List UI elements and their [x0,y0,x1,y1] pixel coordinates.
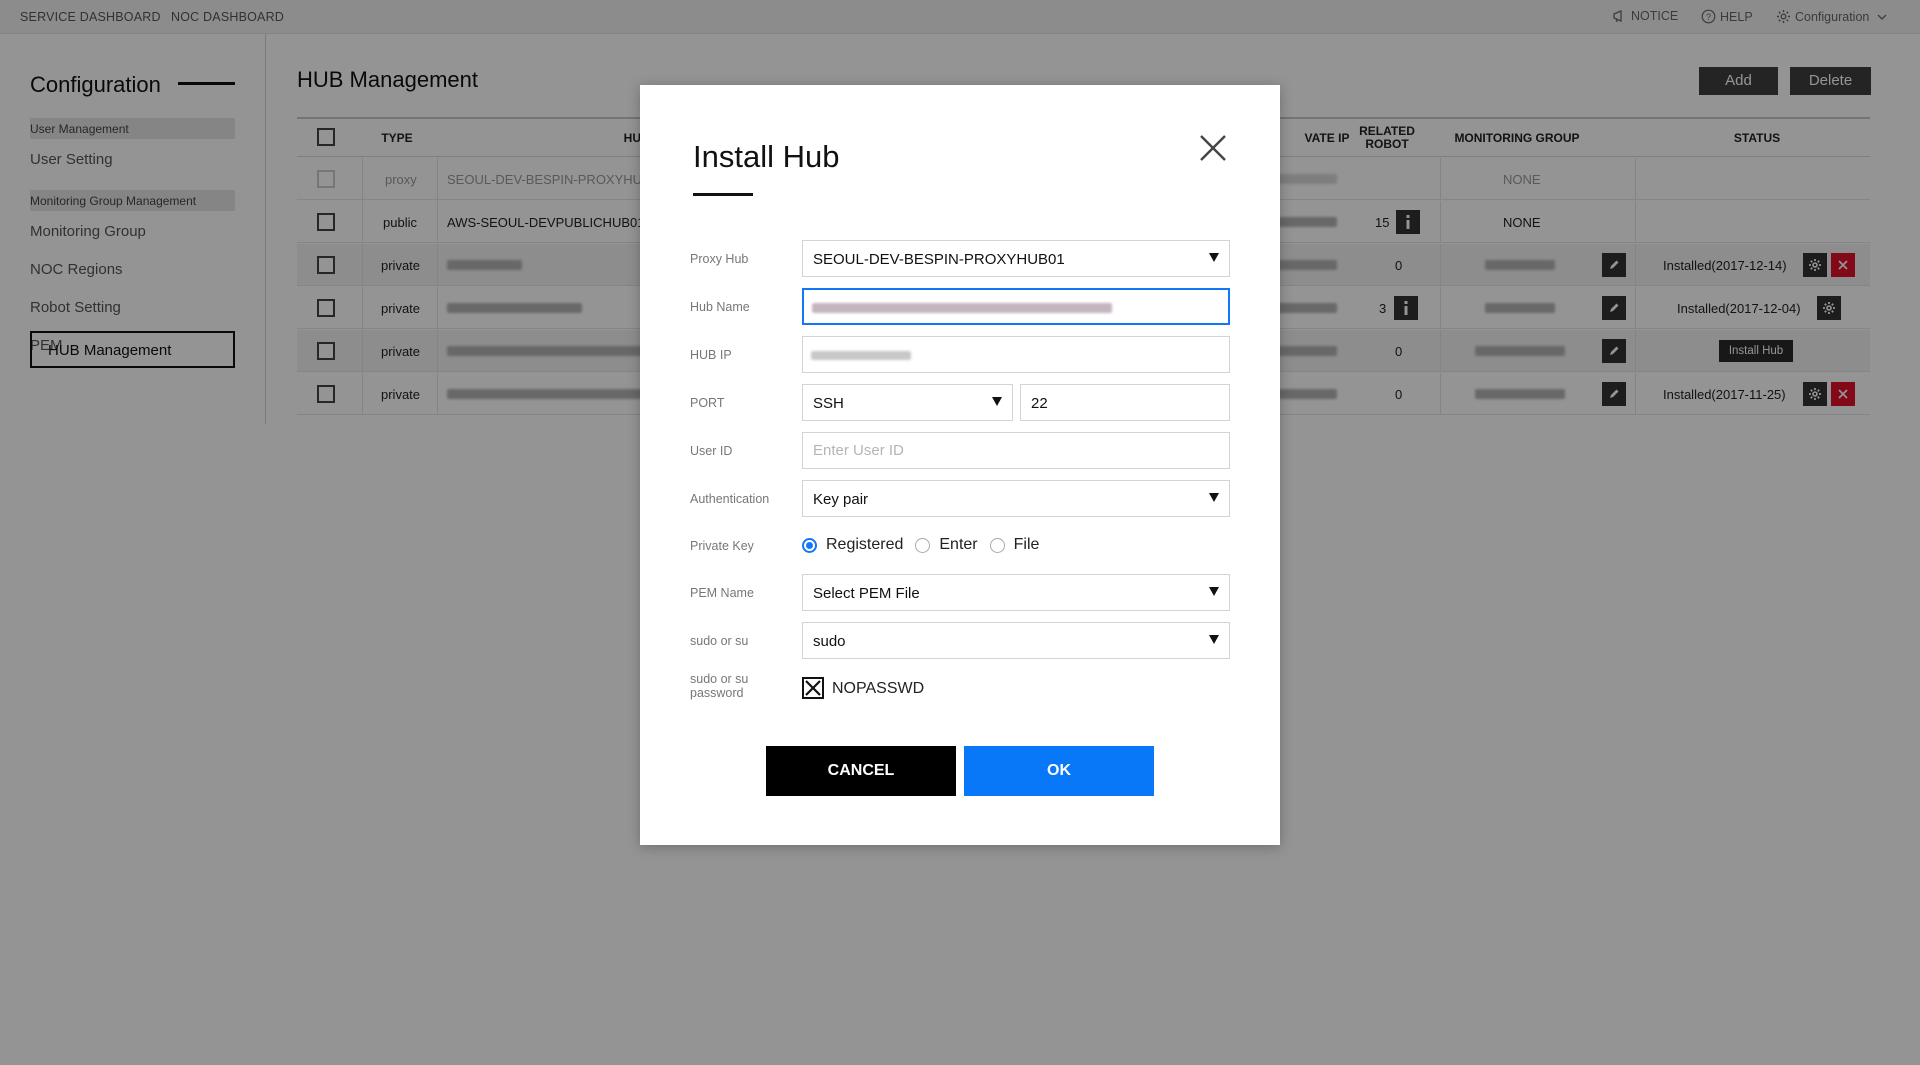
dialog-title-underline [693,193,753,196]
port-number-value: 22 [1031,395,1048,412]
sudo-password-label-line2: password [690,686,744,700]
port-protocol-select[interactable]: SSH [802,384,1013,421]
sudo-or-su-select[interactable]: sudo [802,622,1230,659]
hub-ip-label: HUB IP [690,348,732,362]
redacted-hub-ip [811,351,911,360]
authentication-select[interactable]: Key pair [802,480,1230,517]
ok-button[interactable]: OK [964,746,1154,796]
authentication-value: Key pair [813,491,869,508]
sudo-password-label: sudo or su password [690,672,748,700]
hub-name-input[interactable] [802,288,1230,325]
dropdown-arrow-icon [1209,635,1219,644]
user-id-label: User ID [690,444,733,458]
sudo-or-su-label: sudo or su [690,634,749,648]
dropdown-arrow-icon [1209,587,1219,596]
radio-file-label[interactable]: File [1014,536,1040,554]
proxy-hub-select[interactable]: SEOUL-DEV-BESPIN-PROXYHUB01 [802,240,1230,277]
sudo-or-su-value: sudo [813,633,846,650]
hub-name-label: Hub Name [690,300,750,314]
port-label: PORT [690,396,725,410]
pem-name-label: PEM Name [690,586,754,600]
hub-ip-input[interactable] [802,336,1230,373]
port-number-input[interactable]: 22 [1020,384,1230,421]
close-icon [1200,135,1226,161]
dropdown-arrow-icon [992,397,1002,406]
dialog-title: Install Hub [693,139,840,174]
radio-file[interactable] [989,537,1005,553]
user-id-field[interactable] [802,432,1230,469]
radio-enter-label[interactable]: Enter [939,536,977,554]
radio-enter[interactable] [915,537,931,553]
close-button[interactable] [1198,133,1228,163]
port-protocol-value: SSH [813,395,844,412]
pem-name-value: Select PEM File [813,585,920,602]
install-hub-dialog: Install Hub Proxy Hub SEOUL-DEV-BESPIN-P… [640,85,1280,845]
user-id-input[interactable] [813,442,1209,459]
redacted-hub-name [812,303,1112,313]
dropdown-arrow-icon [1209,253,1219,262]
pem-name-select[interactable]: Select PEM File [802,574,1230,611]
private-key-radio-group: Registered Enter File [802,536,1051,554]
private-key-label: Private Key [690,539,754,553]
nopasswd-label[interactable]: NOPASSWD [832,680,924,698]
nopasswd-checkbox[interactable] [802,677,824,699]
dropdown-arrow-icon [1209,493,1219,502]
radio-registered[interactable] [802,537,817,553]
sudo-password-label-line1: sudo or su [690,672,749,686]
checkbox-x-icon [805,680,821,696]
cancel-button[interactable]: CANCEL [766,746,956,796]
proxy-hub-label: Proxy Hub [690,252,749,266]
authentication-label: Authentication [690,492,770,506]
proxy-hub-value: SEOUL-DEV-BESPIN-PROXYHUB01 [813,251,1065,268]
radio-registered-label[interactable]: Registered [826,536,903,554]
